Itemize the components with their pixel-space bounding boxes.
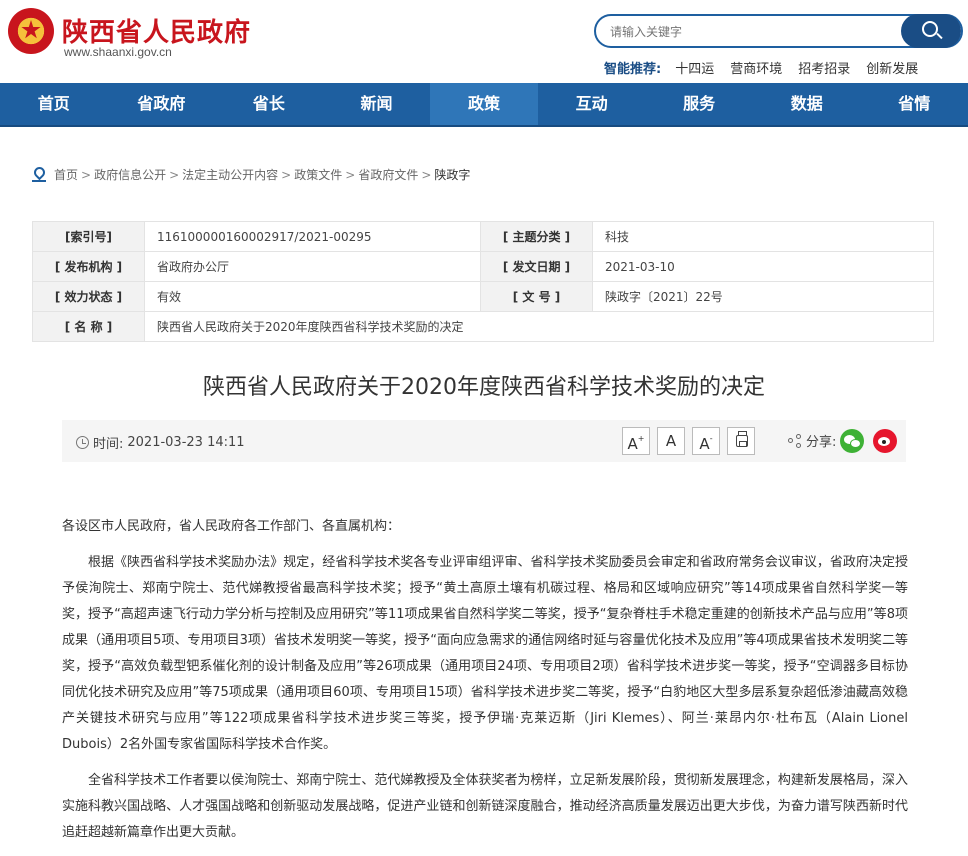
nav-item-service[interactable]: 服务: [645, 83, 753, 125]
table-row: [ 名 称 ] 陕西省人民政府关于2020年度陕西省科学技术奖励的决定: [33, 312, 934, 342]
clock-icon: [76, 436, 89, 449]
weibo-share-icon[interactable]: [873, 429, 897, 453]
index-no-value: 116100000160002917/2021-00295: [145, 222, 481, 252]
recommend-item[interactable]: 营商环境: [730, 58, 782, 77]
paragraph: 全省科学技术工作者要以侯洵院士、郑南宁院士、范代娣教授及全体获奖者为榜样，立足新…: [62, 768, 908, 846]
search-icon: [922, 21, 938, 37]
location-icon: [32, 167, 46, 183]
breadcrumb-link[interactable]: 政策文件: [294, 166, 342, 183]
breadcrumb-link[interactable]: 省政府文件: [358, 166, 418, 183]
recommend-item[interactable]: 十四运: [675, 58, 714, 77]
status-label: [ 效力状态 ]: [33, 282, 145, 312]
issuer-value: 省政府办公厅: [145, 252, 481, 282]
name-value: 陕西省人民政府关于2020年度陕西省科学技术奖励的决定: [145, 312, 934, 342]
date-label: [ 发文日期 ]: [481, 252, 593, 282]
time-value: 2021-03-23 14:11: [127, 435, 244, 450]
search-box: [594, 14, 963, 48]
nav-item-province-info[interactable]: 省情: [861, 83, 968, 125]
font-size-small-button[interactable]: A-: [692, 427, 720, 455]
category-value: 科技: [593, 222, 934, 252]
paragraph: 根据《陕西省科学技术奖励办法》规定，经省科学技术奖各专业评审组评审、省科学技术奖…: [62, 550, 908, 758]
time-label: 时间:: [93, 433, 123, 452]
wechat-share-icon[interactable]: [840, 429, 864, 453]
category-label: [ 主题分类 ]: [481, 222, 593, 252]
breadcrumb-current[interactable]: 陕政字: [434, 166, 470, 183]
national-emblem-logo[interactable]: [8, 8, 54, 54]
recommend-label: 智能推荐:: [604, 58, 661, 77]
nav-item-home[interactable]: 首页: [0, 83, 108, 125]
article-title: 陕西省人民政府关于2020年度陕西省科学技术奖励的决定: [0, 369, 968, 401]
breadcrumb-link[interactable]: 政府信息公开: [94, 166, 166, 183]
doc-no-value: 陕政字〔2021〕22号: [593, 282, 934, 312]
status-value: 有效: [145, 282, 481, 312]
site-url: www.shaanxi.gov.cn: [64, 45, 172, 59]
name-label: [ 名 称 ]: [33, 312, 145, 342]
breadcrumb-link[interactable]: 法定主动公开内容: [182, 166, 278, 183]
search-input[interactable]: [610, 22, 890, 42]
document-info-table: [索引号] 116100000160002917/2021-00295 [ 主题…: [32, 221, 934, 342]
site-name[interactable]: 陕西省人民政府: [62, 12, 251, 49]
print-button[interactable]: [727, 427, 755, 455]
recommend-item[interactable]: 招考招录: [798, 58, 850, 77]
index-no-label: [索引号]: [33, 222, 145, 252]
font-size-large-button[interactable]: A+: [622, 427, 650, 455]
article-meta-bar: 时间: 2021-03-23 14:11 A+ A A- 分享:: [62, 420, 906, 462]
table-row: [ 效力状态 ] 有效 [ 文 号 ] 陕政字〔2021〕22号: [33, 282, 934, 312]
site-header: 陕西省人民政府 www.shaanxi.gov.cn 智能推荐: 十四运 营商环…: [0, 0, 968, 83]
table-row: [索引号] 116100000160002917/2021-00295 [ 主题…: [33, 222, 934, 252]
nav-item-news[interactable]: 新闻: [323, 83, 431, 125]
article-body: 各设区市人民政府，省人民政府各工作部门、各直属机构： 根据《陕西省科学技术奖励办…: [62, 514, 908, 856]
nav-item-interaction[interactable]: 互动: [538, 83, 646, 125]
recommend-item[interactable]: 创新发展: [866, 58, 918, 77]
print-icon: [736, 435, 748, 447]
main-nav: 首页 省政府 省长 新闻 政策 互动 服务 数据 省情: [0, 83, 968, 127]
issuer-label: [ 发布机构 ]: [33, 252, 145, 282]
table-row: [ 发布机构 ] 省政府办公厅 [ 发文日期 ] 2021-03-10: [33, 252, 934, 282]
publish-time: 时间: 2021-03-23 14:11: [76, 433, 245, 452]
smart-recommend: 智能推荐: 十四运 营商环境 招考招录 创新发展: [604, 58, 934, 77]
date-value: 2021-03-10: [593, 252, 934, 282]
doc-no-label: [ 文 号 ]: [481, 282, 593, 312]
search-button[interactable]: [901, 14, 961, 48]
nav-item-data[interactable]: 数据: [753, 83, 861, 125]
share-icon: [788, 434, 802, 448]
nav-item-policy[interactable]: 政策: [430, 83, 538, 125]
share-group: 分享:: [788, 431, 836, 450]
nav-item-governor[interactable]: 省长: [215, 83, 323, 125]
font-size-medium-button[interactable]: A: [657, 427, 685, 455]
nav-item-government[interactable]: 省政府: [108, 83, 216, 125]
share-label: 分享:: [806, 431, 836, 450]
breadcrumb-link[interactable]: 首页: [54, 166, 78, 183]
breadcrumb: 首页> 政府信息公开> 法定主动公开内容> 政策文件> 省政府文件> 陕政字: [32, 166, 470, 183]
salutation: 各设区市人民政府，省人民政府各工作部门、各直属机构：: [62, 514, 908, 540]
